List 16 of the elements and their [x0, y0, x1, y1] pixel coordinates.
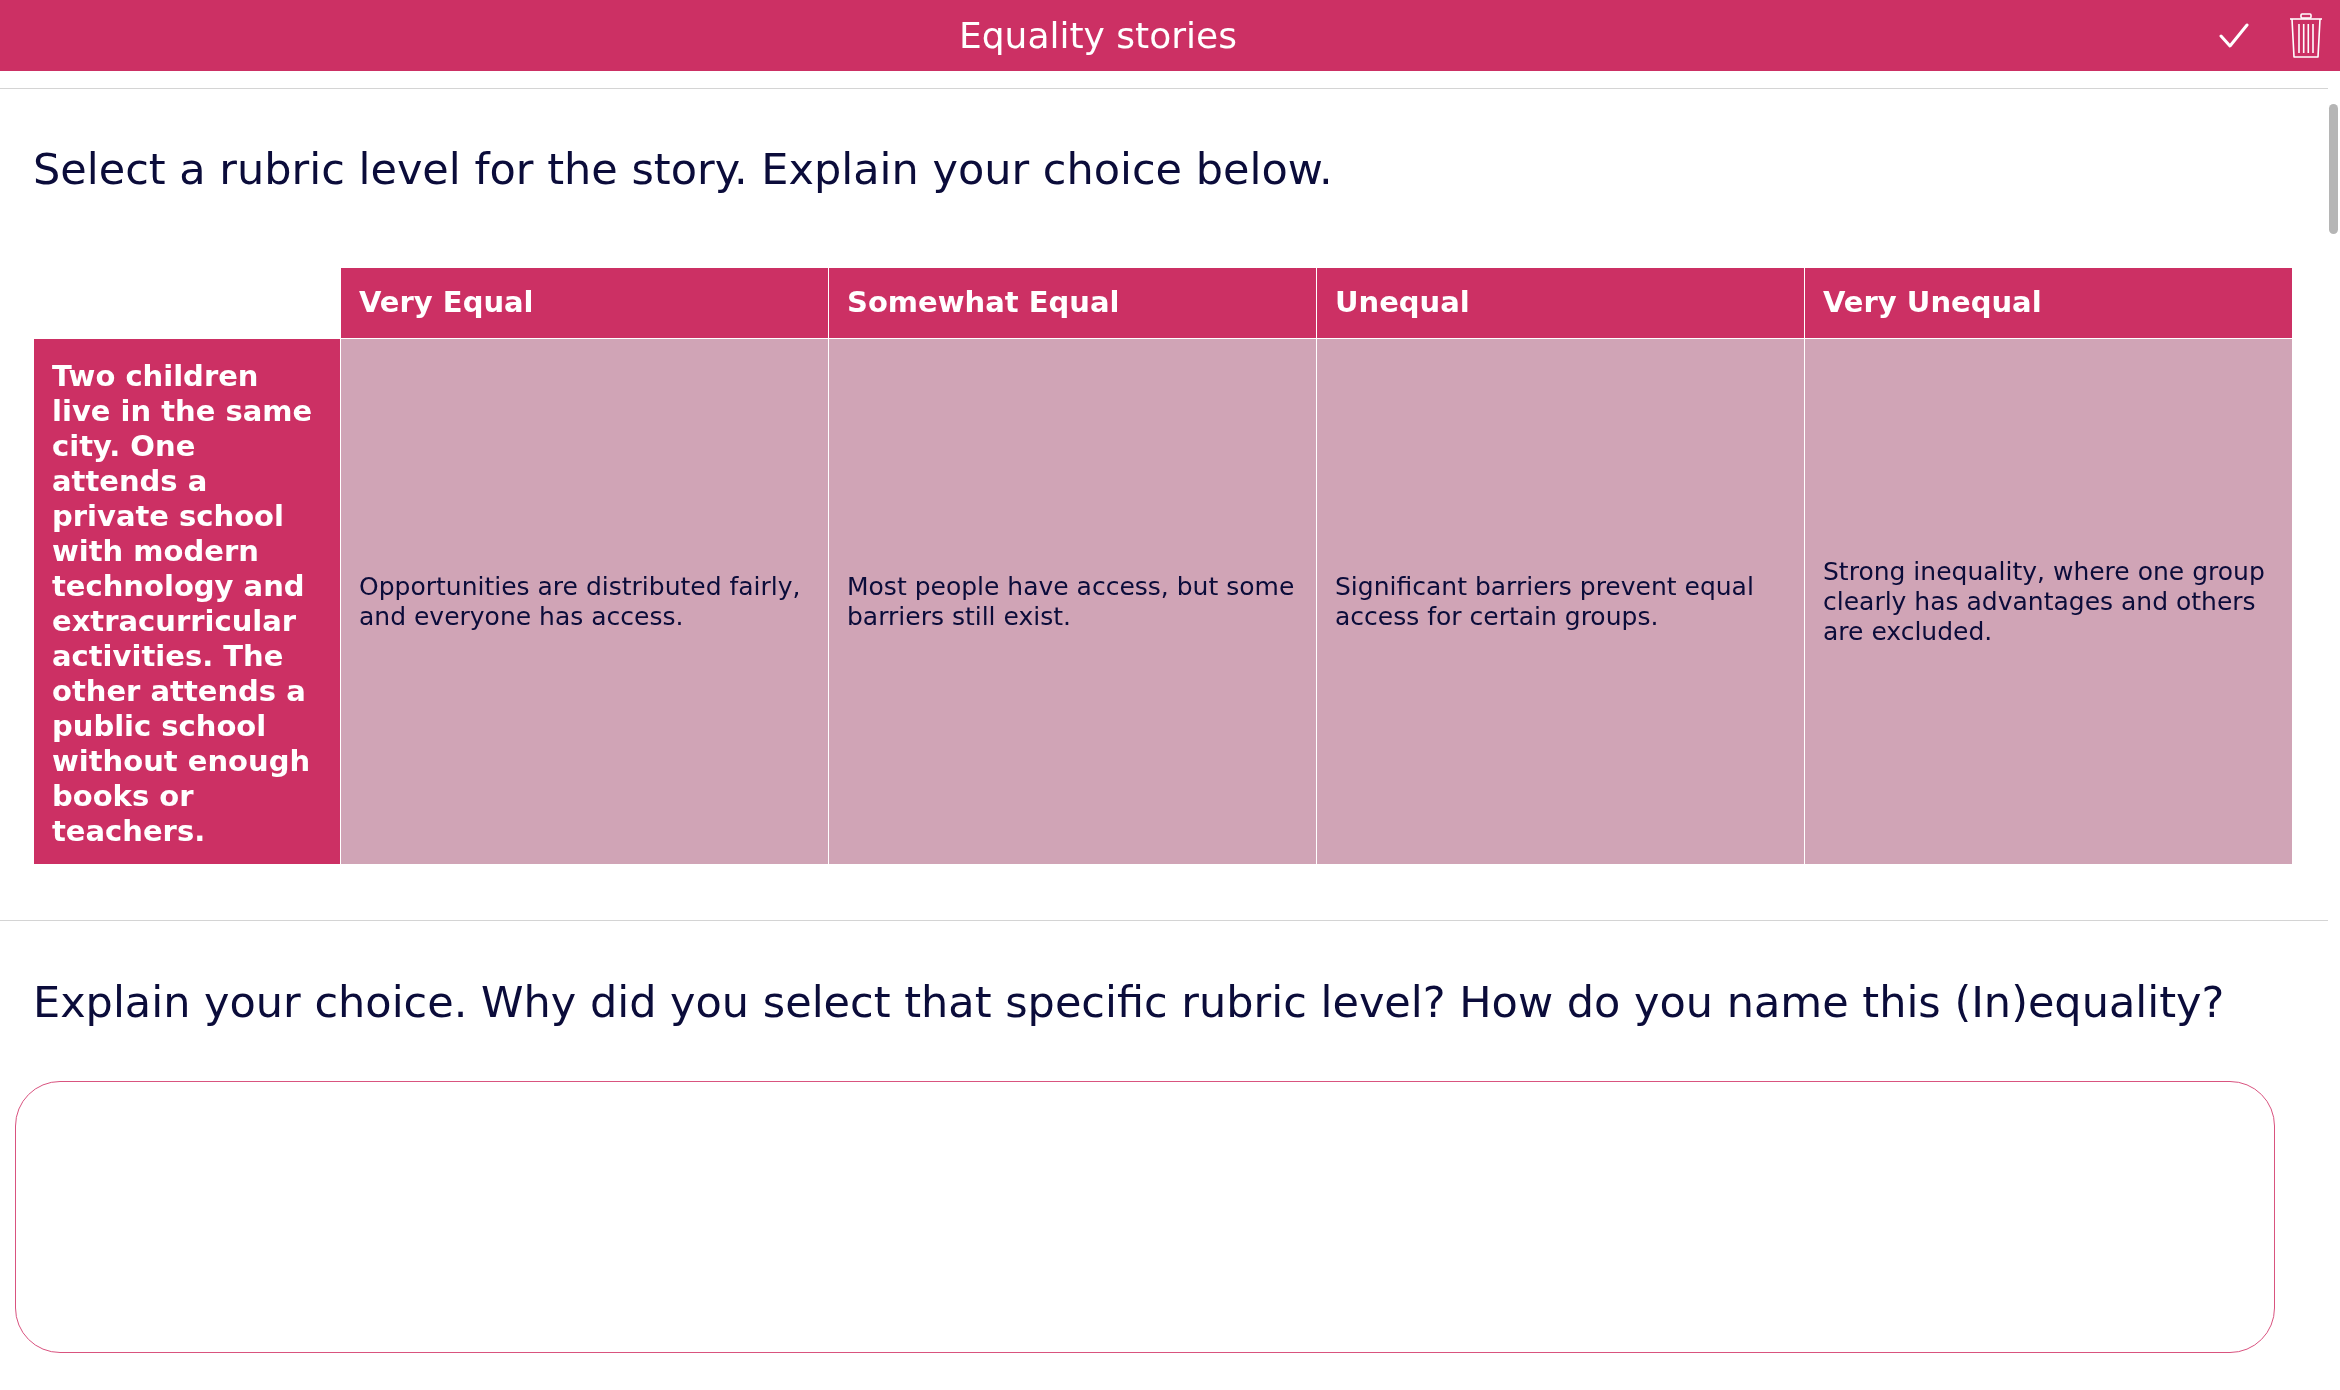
column-header: Very Unequal — [1804, 268, 2292, 338]
check-icon[interactable] — [2219, 22, 2249, 49]
column-header: Very Equal — [340, 268, 828, 338]
trash-icon[interactable] — [2289, 12, 2323, 59]
rubric-cell[interactable]: Strong inequality, where one group clearly has advantages and others are excluded. — [1804, 338, 2292, 864]
prompt-heading: Select a rubric level for the story. Explain your choice below. — [33, 144, 1334, 194]
row-header: Two children live in the same city. One attends a private school with modern technology and extracurricular activities. The other attends a public school without enough books or teachers. — [34, 338, 340, 864]
question-heading: Explain your choice. Why did you select that specific rubric level? How do you name this (In)equality? — [33, 977, 2226, 1027]
column-header: Unequal — [1316, 268, 1804, 338]
rubric-cell[interactable]: Significant barriers prevent equal access for certain groups. — [1316, 338, 1804, 864]
window-title: Equality stories — [959, 17, 1237, 54]
column-header: Somewhat Equal — [828, 268, 1316, 338]
rubric-cell[interactable]: Opportunities are distributed fairly, and everyone has access. — [340, 338, 828, 864]
answer-field[interactable] — [15, 1081, 2275, 1353]
scrollbar-thumb[interactable] — [2329, 104, 2338, 234]
rubric-cell[interactable]: Most people have access, but some barriers still exist. — [828, 338, 1316, 864]
